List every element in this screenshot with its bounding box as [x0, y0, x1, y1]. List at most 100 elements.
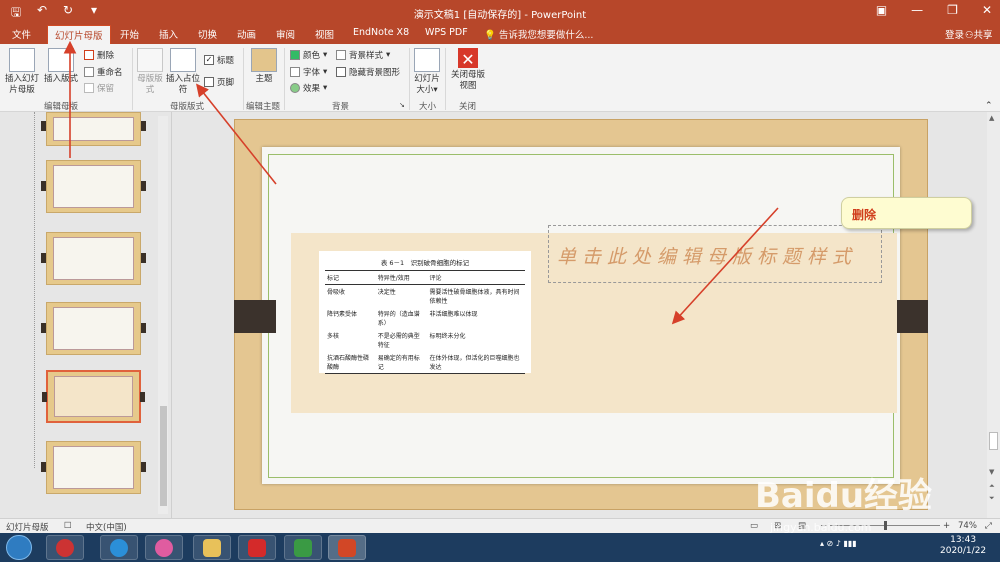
view-name: 幻灯片母版 — [6, 523, 49, 533]
title-placeholder-text: 单击此处编辑母版标题样式 — [557, 246, 858, 268]
background-dialog-launcher[interactable]: ↘ — [399, 101, 405, 109]
slide-editing-area: 表 6－1 识别破骨细胞的标记 标记 特异性/效用 评论 骨吸收 决定性 需要活性破… — [172, 112, 987, 518]
rename-button[interactable]: 重命名 — [84, 66, 123, 78]
insert-placeholder-button[interactable]: 插入占位符 — [166, 48, 200, 96]
baidu-watermark: Baidu经验 — [755, 476, 933, 516]
scrollbar-thumb[interactable] — [160, 406, 167, 506]
table-caption: 表 6－1 识别破骨细胞的标记 — [380, 259, 470, 267]
system-tray[interactable]: ▴ ⊘ ♪ ▮▮▮ — [820, 539, 857, 548]
tell-me-box[interactable]: 💡 告诉我您想要做什么... — [484, 27, 593, 41]
checkmark-icon: ✓ — [204, 55, 214, 65]
tab-slide-master[interactable]: 幻灯片母版 — [47, 25, 111, 44]
tab-file[interactable]: 文件 — [12, 27, 31, 41]
taskbar-app[interactable] — [238, 535, 276, 560]
group-master-layout-label: 母版版式 — [170, 102, 205, 112]
insert-layout-button[interactable]: 插入版式 — [42, 48, 80, 85]
taskbar-app[interactable] — [46, 535, 84, 560]
restore-icon[interactable]: ❐ — [947, 3, 958, 17]
next-slide-icon[interactable]: ⏷ — [989, 494, 995, 503]
tab-wps-pdf[interactable]: WPS PDF — [425, 27, 468, 38]
tab-home[interactable]: 开始 — [120, 27, 139, 41]
layout-thumbnail[interactable] — [41, 302, 146, 355]
ribbon-separator — [284, 48, 285, 110]
thumbnail-scrollbar[interactable] — [158, 116, 168, 514]
colors-dropdown[interactable]: 颜色 ▾ — [290, 49, 327, 61]
ribbon: 插入幻灯片母版 插入版式 删除 重命名 保留 编辑母版 母版版式 插入占位符 ✓… — [0, 44, 1000, 112]
zoom-slider-knob[interactable] — [884, 521, 887, 530]
layout-thumbnail[interactable] — [41, 112, 146, 146]
scroll-down-icon[interactable]: ▼ — [989, 468, 994, 476]
tab-review[interactable]: 审阅 — [276, 27, 295, 41]
close-x-icon: ✕ — [458, 48, 478, 69]
slide-master-canvas[interactable]: 表 6－1 识别破骨细胞的标记 标记 特异性/效用 评论 骨吸收 决定性 需要活性破… — [234, 119, 972, 510]
layout-thumbnail-selected[interactable] — [42, 370, 145, 423]
spelling-icon[interactable]: ☐ — [64, 521, 72, 531]
group-background-label: 背景 — [332, 102, 350, 112]
taskbar-explorer[interactable] — [193, 535, 231, 560]
editor-scrollbar[interactable]: ▲ ▼ ⏶ ⏷ — [987, 112, 1000, 518]
share-button[interactable]: ⚇共享 — [965, 27, 993, 41]
collapse-ribbon-icon[interactable]: ⌃ — [985, 101, 993, 111]
tab-insert[interactable]: 插入 — [159, 27, 178, 41]
powerpoint-icon — [338, 539, 356, 557]
app-icon — [294, 539, 312, 557]
tab-endnote[interactable]: EndNote X8 — [353, 27, 409, 38]
window-controls: ▣ — ❐ ✕ — [876, 3, 992, 17]
scroll-up-icon[interactable]: ▲ — [989, 114, 994, 122]
title-checkbox[interactable]: ✓ 标题 — [204, 54, 234, 66]
tab-transitions[interactable]: 切换 — [198, 27, 217, 41]
close-icon[interactable]: ✕ — [982, 3, 992, 17]
prev-slide-icon[interactable]: ⏶ — [989, 482, 995, 491]
group-size-label: 大小 — [419, 102, 437, 112]
zoom-in-icon[interactable]: + — [943, 521, 950, 531]
master-layout-button[interactable]: 母版版式 — [137, 48, 163, 96]
taskbar-powerpoint[interactable] — [328, 535, 366, 560]
close-master-view-button[interactable]: ✕ 关闭母版视图 — [449, 48, 487, 92]
title-placeholder[interactable]: 单击此处编辑母版标题样式 — [548, 225, 882, 283]
sign-in-link[interactable]: 登录 — [945, 27, 964, 41]
theme-icon — [251, 48, 277, 72]
layout-thumbnail[interactable] — [41, 160, 146, 213]
taskbar-app[interactable] — [145, 535, 183, 560]
layout-icon — [48, 48, 74, 72]
taskbar-app[interactable] — [100, 535, 138, 560]
layout-thumbnail[interactable] — [41, 441, 146, 494]
tab-view[interactable]: 视图 — [315, 27, 334, 41]
table-header: 标记 — [325, 270, 376, 285]
language-indicator[interactable]: 中文(中国) — [86, 521, 127, 533]
title-bar: 🖫 ↶ ↻ ▾ 演示文稿1 [自动保存的] - PowerPoint ▣ — ❐… — [0, 0, 1000, 24]
table-row: 多核 不是必需的典型特征 标明终未分化 — [327, 333, 466, 349]
hide-background-checkbox[interactable]: 隐藏背景图形 — [336, 66, 400, 78]
theme-button[interactable]: 主题 — [250, 48, 278, 85]
footer-checkbox[interactable]: 页脚 — [204, 76, 234, 88]
scrollbar-thumb[interactable] — [989, 432, 998, 450]
slide-master-icon — [9, 48, 35, 72]
effects-dropdown[interactable]: 效果 ▾ — [290, 82, 327, 94]
baidu-watermark-url: jingyan.baidu.com — [770, 521, 872, 534]
clock[interactable]: 13:43 2020/1/22 — [940, 535, 986, 557]
osteoclast-marker-table[interactable]: 表 6－1 识别破骨细胞的标记 标记 特异性/效用 评论 骨吸收 决定性 需要活性破… — [319, 251, 531, 374]
ribbon-display-icon[interactable]: ▣ — [876, 3, 887, 17]
taskbar-app[interactable] — [284, 535, 322, 560]
minimize-icon[interactable]: — — [911, 3, 923, 17]
windows-taskbar: ▴ ⊘ ♪ ▮▮▮ 13:43 2020/1/22 — [0, 533, 1000, 562]
rename-icon — [84, 67, 94, 77]
fonts-dropdown[interactable]: 字体 ▾ — [290, 66, 327, 78]
zoom-level[interactable]: 74% — [958, 521, 977, 531]
delete-button[interactable]: 删除 — [84, 49, 114, 61]
fit-slide-icon[interactable]: ⤢ — [985, 521, 992, 531]
ribbon-separator — [409, 48, 410, 110]
background-styles-dropdown[interactable]: 背景样式 ▾ — [336, 49, 390, 61]
insert-slide-master-button[interactable]: 插入幻灯片母版 — [4, 48, 40, 96]
layout-thumbnail[interactable] — [41, 232, 146, 285]
slide-size-button[interactable]: 幻灯片大小▾ — [413, 48, 441, 96]
preserve-button[interactable]: 保留 — [84, 82, 114, 94]
tab-animations[interactable]: 动画 — [237, 27, 256, 41]
normal-view-icon[interactable]: ▭ — [750, 521, 758, 531]
group-edit-theme-label: 编辑主题 — [246, 102, 281, 112]
start-button[interactable] — [6, 535, 32, 560]
ribbon-separator — [445, 48, 446, 110]
master-hierarchy-line — [34, 112, 35, 468]
font-icon — [290, 67, 300, 77]
ribbon-tabs: 文件 幻灯片母版 开始 插入 切换 动画 审阅 视图 EndNote X8 WP… — [0, 24, 1000, 44]
